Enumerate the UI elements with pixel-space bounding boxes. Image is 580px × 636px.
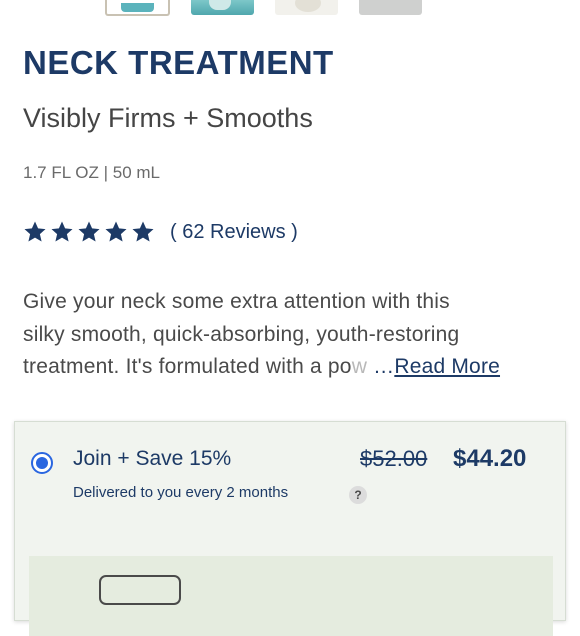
thumbnail-1[interactable] bbox=[105, 0, 170, 16]
description-line: silky smooth, quick-absorbing, youth-res… bbox=[23, 322, 460, 346]
star-icon bbox=[78, 221, 100, 242]
description-line: Give your neck some extra attention with… bbox=[23, 290, 450, 313]
question-icon[interactable]: ? bbox=[349, 486, 367, 504]
star-icon bbox=[24, 221, 46, 242]
description-fade: w bbox=[351, 355, 368, 378]
reviews-link[interactable]: ( 62 Reviews ) bbox=[170, 221, 298, 244]
delivery-frequency: Delivered to you every 2 months bbox=[73, 484, 289, 501]
product-description: Give your neck some extra attention with… bbox=[23, 286, 563, 384]
image-thumbnails bbox=[105, 0, 422, 16]
product-subtitle: Visibly Firms + Smooths bbox=[23, 103, 313, 133]
product-size: 1.7 FL OZ | 50 mL bbox=[23, 163, 161, 182]
original-price: $52.00 bbox=[360, 446, 428, 471]
star-rating bbox=[23, 220, 155, 244]
description-line: treatment. It's formulated with a pow …R… bbox=[23, 351, 563, 384]
sale-price: $44.20 bbox=[453, 445, 527, 472]
thumbnail-2[interactable] bbox=[191, 0, 254, 15]
subscription-radio[interactable] bbox=[31, 452, 53, 474]
read-more-link[interactable]: Read More bbox=[394, 355, 500, 378]
ellipsis: … bbox=[373, 355, 395, 378]
description-text: treatment. It's formulated with a po bbox=[23, 355, 352, 378]
rating[interactable]: ( 62 Reviews ) bbox=[23, 220, 298, 244]
product-title: NECK TREATMENT bbox=[23, 44, 334, 81]
subscription-title: Join + Save 15% bbox=[73, 447, 232, 470]
thumbnail-3[interactable] bbox=[275, 0, 338, 15]
thumbnail-4[interactable] bbox=[359, 0, 422, 15]
star-icon bbox=[105, 221, 127, 242]
subscription-option[interactable]: Join + Save 15% $52.00 $44.20 Delivered … bbox=[14, 421, 566, 636]
star-icon bbox=[132, 221, 154, 242]
star-icon bbox=[51, 221, 73, 242]
